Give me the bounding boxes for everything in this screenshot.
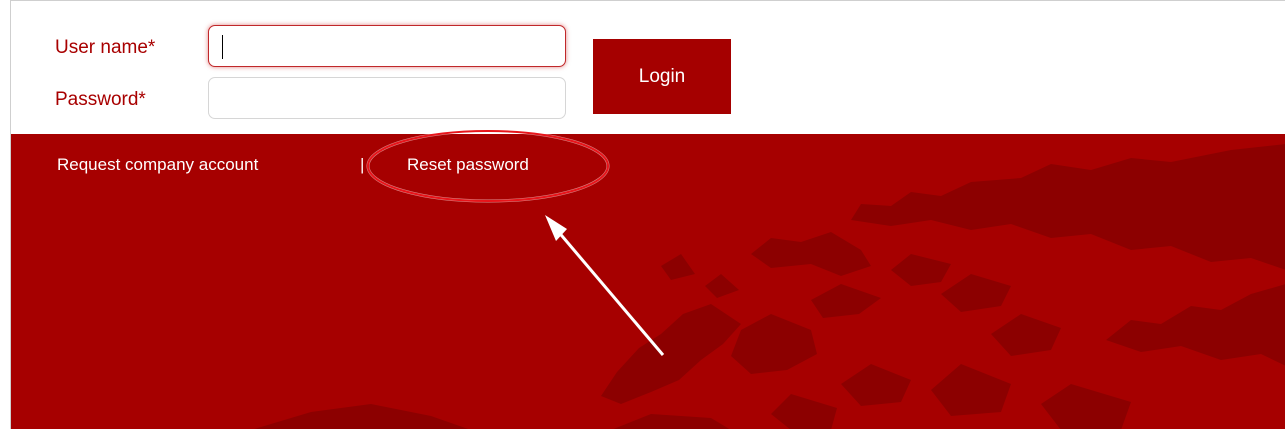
username-label: User name* <box>55 37 156 58</box>
text-caret <box>222 35 223 59</box>
request-company-account-link[interactable]: Request company account <box>57 155 258 175</box>
login-button[interactable]: Login <box>593 39 731 114</box>
footer-banner: Request company account | Reset password <box>11 134 1285 429</box>
password-input[interactable] <box>208 77 566 119</box>
password-label: Password* <box>55 89 146 110</box>
reset-password-link[interactable]: Reset password <box>407 155 529 175</box>
login-form: User name* Password* Login <box>11 1 1285 134</box>
link-separator: | <box>360 155 365 174</box>
username-input[interactable] <box>208 25 566 67</box>
page-frame: User name* Password* Login Request compa… <box>10 0 1285 429</box>
world-map-background <box>254 144 1285 429</box>
